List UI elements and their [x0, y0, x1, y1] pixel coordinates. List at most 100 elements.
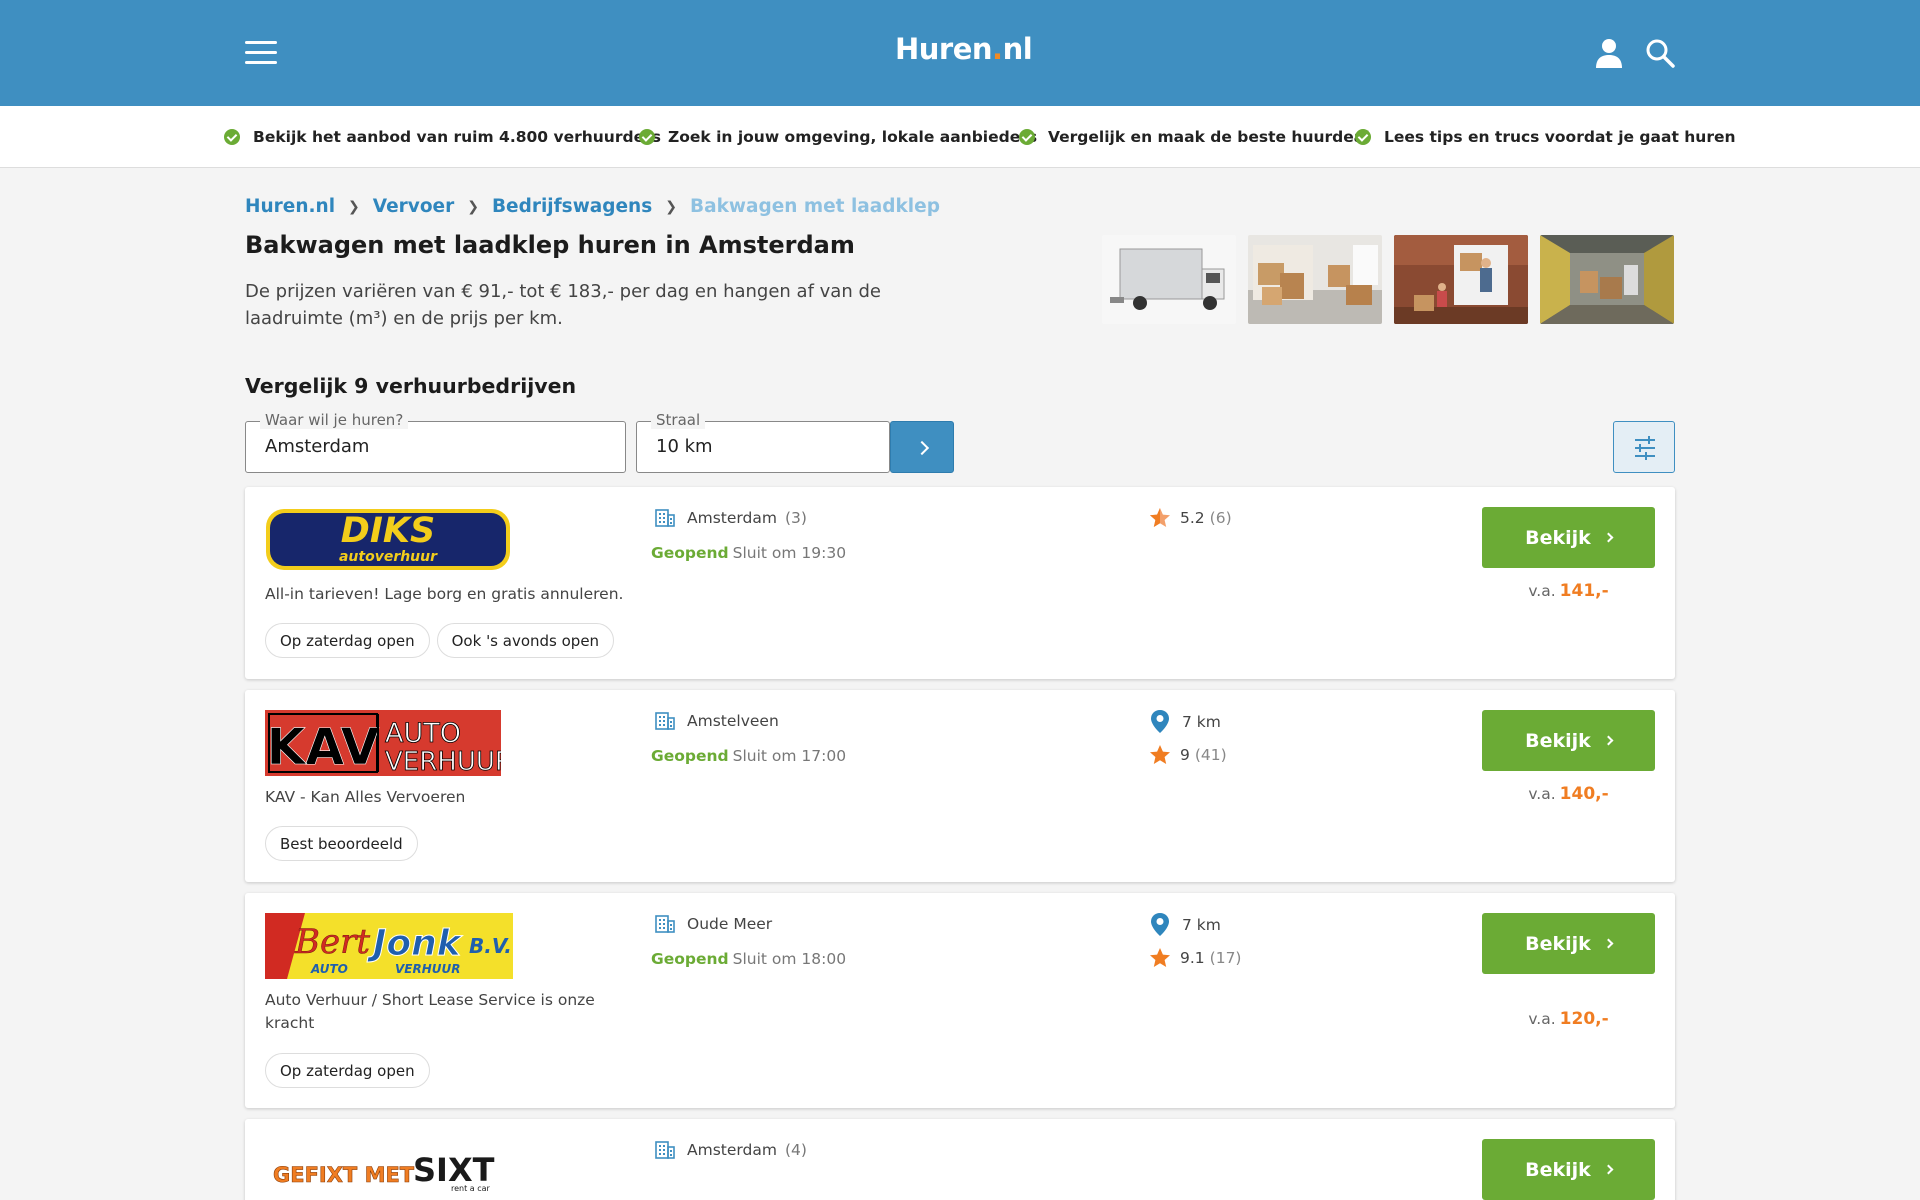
usp-item: Lees tips en trucs voordat je gaat huren — [1355, 128, 1736, 146]
radius-field[interactable]: Straal — [636, 411, 890, 473]
photo-gallery — [1102, 235, 1674, 324]
bekijk-button[interactable]: Bekijk — [1482, 507, 1655, 568]
logo-text: Huren — [895, 32, 993, 66]
truck-interior-photo-thumbnail[interactable] — [1540, 235, 1674, 324]
usp-text: Bekijk het aanbod van ruim 4.800 verhuur… — [253, 128, 661, 146]
tag-saturday-open: Op zaterdag open — [265, 1053, 430, 1088]
location-name: Amsterdam — [687, 1141, 777, 1159]
price-value: 141,- — [1559, 581, 1609, 601]
location-name: Oude Meer — [687, 915, 773, 933]
listing-card: DIKS autoverhuur All-in tarieven! Lage b… — [245, 487, 1675, 679]
intro-text: De prijzen variëren van € 91,- tot € 183… — [245, 281, 881, 329]
location-field[interactable]: Waar wil je huren? — [245, 411, 626, 473]
bert-jonk-logo[interactable]: Bert Jonk B.V. AUTO VERHUUR — [265, 913, 513, 983]
page-title: Bakwagen met laadklep huren in Amsterdam — [245, 231, 855, 259]
bert-logo-auto: AUTO — [310, 962, 348, 976]
star-half-icon — [1150, 508, 1170, 527]
chevron-right-icon: ❯ — [348, 198, 360, 215]
breadcrumb-vervoer[interactable]: Vervoer — [373, 196, 454, 217]
listing-description: All-in tarieven! Lage borg en gratis ann… — [265, 585, 624, 603]
price-prefix: v.a. — [1528, 785, 1556, 803]
breadcrumb-home[interactable]: Huren.nl — [245, 196, 335, 217]
price-from: v.a. 140,- — [1482, 784, 1655, 804]
distance-value: 7 km — [1182, 915, 1221, 934]
location-name: Amstelveen — [687, 712, 779, 730]
open-status: Geopend — [651, 950, 729, 968]
moving-family-photo-thumbnail[interactable] — [1394, 235, 1528, 324]
bekijk-button[interactable]: Bekijk — [1482, 710, 1655, 771]
top-header: Huren.nl — [0, 0, 1920, 106]
price-prefix: v.a. — [1528, 1010, 1556, 1028]
building-icon — [655, 509, 675, 527]
price-from: v.a. 120,- — [1482, 1009, 1655, 1029]
breadcrumb: Huren.nl ❯ Vervoer ❯ Bedrijfswagens ❯ Ba… — [245, 196, 940, 217]
closing-time: Sluit om 19:30 — [732, 544, 847, 562]
usp-item: Bekijk het aanbod van ruim 4.800 verhuur… — [224, 128, 661, 146]
listing-location: Oude Meer — [655, 915, 780, 933]
chevron-right-icon: ❯ — [467, 198, 479, 215]
location-count: (3) — [784, 509, 807, 527]
tag-evening-open: Ook 's avonds open — [436, 623, 615, 658]
bekijk-label: Bekijk — [1525, 1158, 1591, 1181]
listing-description: Auto Verhuur / Short Lease Service is on… — [265, 991, 595, 1032]
map-pin-icon — [1151, 913, 1169, 936]
listing-location: Amstelveen — [655, 712, 787, 730]
usp-item: Zoek in jouw omgeving, lokale aanbieders — [639, 128, 1037, 146]
boxes-photo-thumbnail[interactable] — [1248, 235, 1382, 324]
bekijk-button[interactable]: Bekijk — [1482, 1139, 1655, 1200]
user-icon[interactable] — [1595, 37, 1623, 69]
rating-count: (17) — [1209, 949, 1242, 967]
opening-hours: Geopend Sluit om 18:00 — [651, 950, 846, 968]
sliders-icon — [1635, 436, 1655, 460]
rating-value: 5.2 — [1180, 509, 1205, 527]
building-icon — [655, 1141, 675, 1159]
diks-logo[interactable]: DIKS autoverhuur — [265, 508, 511, 575]
chevron-right-icon — [1603, 532, 1614, 543]
closing-time: Sluit om 17:00 — [732, 747, 847, 765]
bekijk-label: Bekijk — [1525, 932, 1591, 955]
listing-description: KAV - Kan Alles Vervoeren — [265, 788, 466, 806]
rating: 9.1 (17) — [1148, 946, 1241, 970]
radius-input[interactable] — [656, 436, 871, 457]
open-status: Geopend — [651, 747, 729, 765]
diks-logo-text: DIKS — [341, 511, 435, 551]
bekijk-button[interactable]: Bekijk — [1482, 913, 1655, 974]
logo-dot: . — [992, 32, 1003, 66]
kav-logo-auto: AUTO — [385, 718, 461, 749]
chevron-right-icon — [1603, 1164, 1614, 1175]
listing-tags: Op zaterdag open — [265, 1053, 430, 1088]
usp-item: Vergelijk en maak de beste huurdeal — [1019, 128, 1370, 146]
listing-tags: Best beoordeeld — [265, 826, 418, 861]
breadcrumb-bedrijfswagens[interactable]: Bedrijfswagens — [492, 196, 652, 217]
listing-location: Amsterdam (4) — [655, 1141, 807, 1159]
kav-logo[interactable]: KAV AUTO VERHUUR — [265, 710, 513, 780]
check-icon — [1355, 129, 1371, 145]
truck-photo-thumbnail[interactable] — [1102, 235, 1236, 324]
star-icon — [1150, 948, 1170, 967]
building-icon — [655, 915, 675, 933]
compare-title: Vergelijk 9 verhuurbedrijven — [245, 374, 577, 398]
map-pin-icon — [1151, 710, 1169, 733]
radius-label: Straal — [651, 411, 706, 429]
rating-count: (41) — [1194, 746, 1227, 764]
listing-tags: Op zaterdag open Ook 's avonds open — [265, 623, 615, 658]
chevron-right-icon — [1603, 735, 1614, 746]
listing-card: Bert Jonk B.V. AUTO VERHUUR Auto Verhuur… — [245, 893, 1675, 1108]
tag-saturday-open: Op zaterdag open — [265, 623, 430, 658]
price-prefix: v.a. — [1528, 582, 1556, 600]
hamburger-menu-icon[interactable] — [245, 41, 277, 65]
logo-tld: nl — [1002, 32, 1033, 66]
search-icon[interactable] — [1645, 38, 1675, 68]
price-value: 120,- — [1559, 1009, 1609, 1029]
sixt-logo[interactable]: GEFIXT MET SIXT rent a car — [265, 1149, 501, 1197]
location-count: (4) — [784, 1141, 807, 1159]
location-input[interactable] — [265, 436, 588, 457]
rating-value: 9.1 — [1180, 949, 1205, 967]
site-logo[interactable]: Huren.nl — [895, 32, 1033, 66]
listing-card: GEFIXT MET SIXT rent a car Amsterdam (4) … — [245, 1119, 1675, 1200]
filter-button[interactable] — [1613, 421, 1675, 473]
search-submit-button[interactable] — [890, 421, 954, 473]
closing-time: Sluit om 18:00 — [732, 950, 847, 968]
kav-logo-verhuur: VERHUUR — [385, 747, 501, 776]
sixt-logo-subtext: rent a car — [451, 1184, 491, 1193]
